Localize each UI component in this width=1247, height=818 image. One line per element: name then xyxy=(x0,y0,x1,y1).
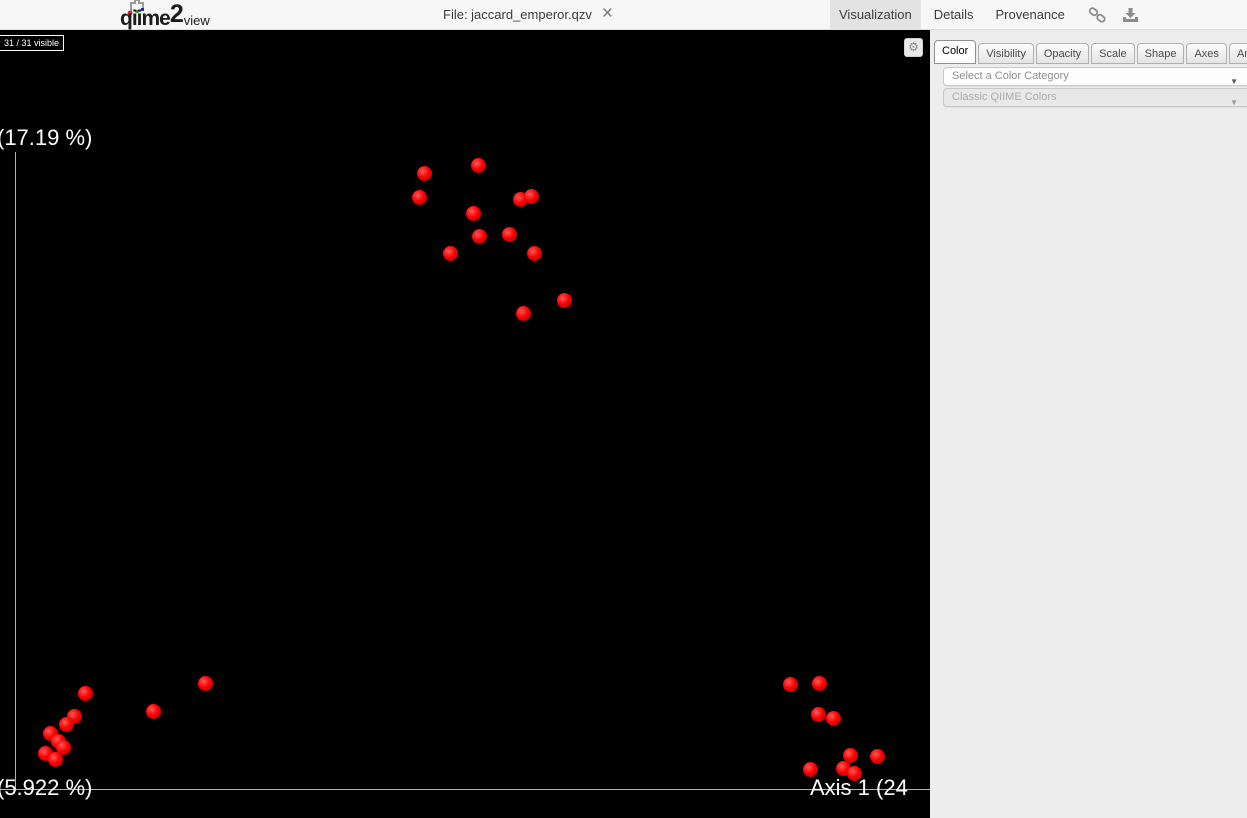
data-point xyxy=(416,165,432,181)
tab-animations[interactable]: Animations xyxy=(1228,43,1247,64)
data-point xyxy=(411,189,427,205)
color-category-select[interactable]: Select a Color Category ▼ xyxy=(943,67,1247,86)
tab-axes[interactable]: Axes xyxy=(1186,43,1227,64)
tab-opacity[interactable]: Opacity xyxy=(1035,43,1090,64)
data-point xyxy=(501,226,517,242)
tab-visualization[interactable]: Visualization xyxy=(830,0,921,30)
axis2-label: (17.19 %) xyxy=(0,125,93,150)
axis3-label: (5.922 %) xyxy=(0,775,93,800)
tab-shape[interactable]: Shape xyxy=(1136,43,1185,64)
axis2-line xyxy=(15,152,16,789)
data-point xyxy=(470,157,486,173)
data-point xyxy=(782,676,798,692)
data-point xyxy=(526,245,542,261)
data-point xyxy=(471,228,487,244)
axis1-line xyxy=(0,789,930,790)
data-point xyxy=(442,245,458,261)
color-scheme-select[interactable]: Classic QIIME Colors ▼ xyxy=(943,88,1247,107)
data-point xyxy=(811,675,827,691)
tab-provenance[interactable]: Provenance xyxy=(987,0,1074,30)
data-point xyxy=(556,292,572,308)
chevron-down-icon: ▼ xyxy=(1230,98,1238,107)
tab-color[interactable]: Color xyxy=(934,40,977,64)
qiime2view-logo: qiime2view xyxy=(120,0,210,30)
tab-visibility[interactable]: Visibility xyxy=(978,43,1034,64)
file-name-text: File: jaccard_emperor.qzv xyxy=(443,7,592,22)
data-point xyxy=(869,748,885,764)
close-file-icon[interactable]: × xyxy=(602,0,613,28)
header-tab-bar: Visualization Details Provenance xyxy=(830,0,1140,30)
data-point xyxy=(145,703,161,719)
data-point xyxy=(523,188,539,204)
visible-count-badge: 31 / 31 visible xyxy=(0,35,65,51)
tab-scale[interactable]: Scale xyxy=(1091,43,1135,64)
tab-details[interactable]: Details xyxy=(925,0,983,30)
data-point xyxy=(515,305,531,321)
data-point xyxy=(58,716,74,732)
emperor-plot-canvas[interactable]: 31 / 31 visible ⚙ (17.19 %) (5.922 %) Ax… xyxy=(0,30,930,818)
axis1-label: Axis 1 (24 xyxy=(810,775,908,800)
controls-tab-bar: ColorVisibilityOpacityScaleShapeAxesAnim… xyxy=(934,40,1247,64)
plot-settings-gear-icon[interactable]: ⚙ xyxy=(904,38,923,57)
open-file-label: File: jaccard_emperor.qzv × xyxy=(443,0,613,30)
data-point xyxy=(77,685,93,701)
chevron-down-icon: ▼ xyxy=(1230,77,1238,86)
logo-text-main: qiime xyxy=(120,7,171,30)
color-scheme-value: Classic QIIME Colors xyxy=(952,91,1057,103)
data-point xyxy=(47,751,63,767)
data-point xyxy=(197,675,213,691)
logo-text-two: 2 xyxy=(169,0,184,28)
color-category-value: Select a Color Category xyxy=(952,70,1069,82)
data-point xyxy=(825,710,841,726)
data-point xyxy=(465,205,481,221)
data-point xyxy=(810,706,826,722)
app-header: qiime2view File: jaccard_emperor.qzv × Vi… xyxy=(0,0,1247,30)
share-link-icon[interactable] xyxy=(1088,6,1107,24)
logo-text-sub: view xyxy=(183,13,210,28)
download-icon[interactable] xyxy=(1121,7,1140,24)
emperor-controls-panel: ColorVisibilityOpacityScaleShapeAxesAnim… xyxy=(930,30,1247,818)
